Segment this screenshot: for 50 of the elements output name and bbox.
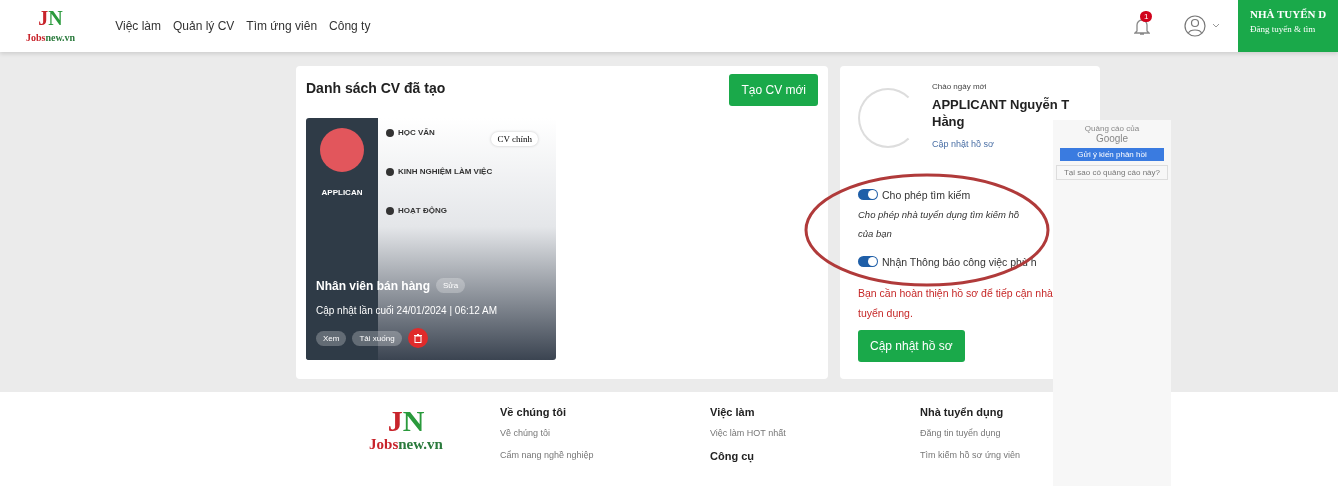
employer-banner[interactable]: NHÀ TUYỂN D Đăng tuyển & tìm xyxy=(1238,0,1338,52)
footer-heading: Nhà tuyển dụng xyxy=(920,406,1005,418)
chevron-down-icon[interactable] xyxy=(1212,23,1220,29)
nav-link[interactable]: Công ty xyxy=(329,19,371,33)
trash-icon xyxy=(413,333,422,343)
greeting: Chào ngày mới xyxy=(932,82,988,91)
cv-section-heading: HOẠT ĐỘNG xyxy=(398,206,447,215)
toggle-label: Cho phép tìm kiếm xyxy=(882,188,971,201)
main-cv-badge: CV chính xyxy=(491,132,538,146)
nav-link[interactable]: Tìm ứng viên xyxy=(246,19,318,33)
footer-link[interactable]: Cẩm nang nghề nghiệp xyxy=(500,450,594,460)
logo[interactable]: JN Jobsnew.vn xyxy=(312,406,500,452)
nav-link[interactable]: Việc làm xyxy=(115,19,161,33)
toggle-switch[interactable] xyxy=(858,256,878,268)
section-dot-icon xyxy=(386,206,394,215)
download-button[interactable]: Tải xuống xyxy=(352,330,402,346)
ad-label: Quảng cáo của xyxy=(1084,124,1140,133)
profile-name: APPLICANT Nguyễn T Hằng xyxy=(932,97,1070,131)
create-cv-button[interactable]: Tạo CV mới xyxy=(729,74,818,106)
delete-button[interactable] xyxy=(407,328,428,348)
banner-title: NHÀ TUYỂN D xyxy=(1250,8,1328,20)
footer-link[interactable]: Tìm kiếm hồ sơ ứng viên xyxy=(920,450,1020,460)
footer-heading: Công cụ xyxy=(710,450,755,462)
cv-section-heading: HỌC VẤN xyxy=(398,128,435,137)
update-profile-button[interactable]: Cập nhật hồ sơ xyxy=(858,329,965,362)
footer-link[interactable]: Về chúng tôi xyxy=(500,428,551,438)
section-dot-icon xyxy=(386,167,394,176)
ad-brand: Google xyxy=(1095,133,1129,144)
view-button[interactable]: Xem xyxy=(316,330,347,346)
toggle-description: Cho phép nhà tuyển dụng tìm kiếm hồ của bạn xyxy=(858,207,1021,241)
section-dot-icon xyxy=(386,128,394,137)
footer-heading: Việc làm xyxy=(710,406,756,418)
card-title: Danh sách CV đã tạo xyxy=(306,80,446,96)
user-icon[interactable] xyxy=(1184,15,1206,37)
footer-heading: Về chúng tôi xyxy=(500,406,567,418)
footer-link[interactable]: Đăng tin tuyển dụng xyxy=(920,428,1001,438)
cv-preview-name: APPLICAN xyxy=(321,188,363,197)
cv-section-heading: KINH NGHIỆM LÀM VIỆC xyxy=(398,167,493,176)
avatar-circle xyxy=(320,128,364,172)
update-profile-link[interactable]: Cập nhật hồ sơ xyxy=(932,138,994,149)
warning-text: Bạn cần hoàn thiện hồ sơ để tiếp cận nhà tuyển dụng. xyxy=(858,285,1054,321)
logo[interactable]: JN Jobsnew.vn xyxy=(26,8,76,44)
footer-link[interactable]: Việc làm HOT nhất xyxy=(710,428,786,438)
notification-count: 1 xyxy=(1140,11,1153,22)
banner-subtitle: Đăng tuyển & tìm xyxy=(1250,24,1317,34)
feedback-button[interactable]: Gửi ý kiến phản hồi xyxy=(1060,148,1164,161)
why-ad-link[interactable]: Tại sao có quảng cáo này? xyxy=(1056,165,1168,180)
toggle-switch[interactable] xyxy=(858,189,878,201)
bell-icon xyxy=(1134,17,1150,37)
nav-link[interactable]: Quản lý CV xyxy=(173,19,235,33)
